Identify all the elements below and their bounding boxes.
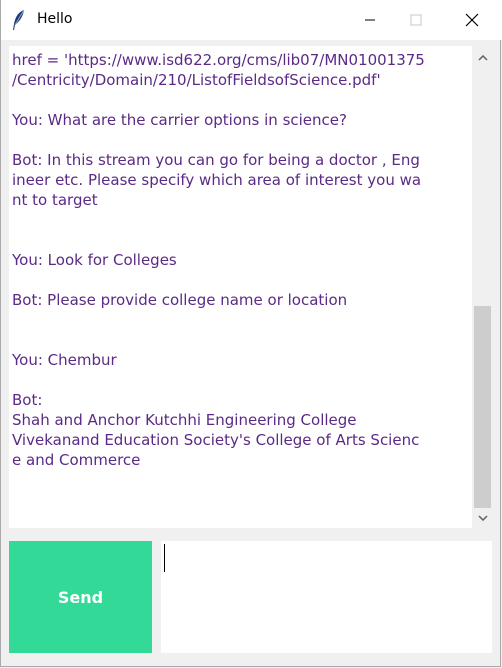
title-bar[interactable]: Hello [1, 0, 502, 40]
chat-log[interactable]: href = 'https://www.isd622.org/cms/lib07… [9, 46, 472, 528]
window-title: Hello [37, 11, 73, 27]
chevron-up-icon [477, 55, 488, 61]
minimize-button[interactable] [347, 0, 393, 40]
chat-line: You: What are the carrier options in sci… [12, 111, 347, 129]
chat-line: href = 'https://www.isd622.org/cms/lib07… [12, 51, 425, 69]
chat-line [12, 230, 470, 250]
chat-line: Vivekanand Education Society's College o… [12, 431, 420, 449]
feather-icon [13, 9, 25, 30]
chat-line [12, 90, 470, 110]
scroll-up-button[interactable] [472, 48, 493, 68]
maximize-icon [410, 14, 422, 26]
minimize-icon [365, 19, 375, 21]
chat-line: You: Chembur [12, 351, 117, 369]
chat-log-text: href = 'https://www.isd622.org/cms/lib07… [12, 50, 470, 470]
chat-line: Shah and Anchor Kutchhi Engineering Coll… [12, 411, 357, 429]
close-icon [465, 13, 479, 27]
chat-line: e and Commerce [12, 451, 141, 469]
chat-line: ineer etc. Please specify which area of … [12, 171, 422, 189]
chat-line [12, 310, 470, 330]
chat-line [12, 210, 470, 230]
chat-line [12, 370, 470, 390]
chat-line [12, 270, 470, 290]
chat-line [12, 330, 470, 350]
maximize-button[interactable] [393, 0, 439, 40]
chat-line: You: Look for Colleges [12, 251, 177, 269]
scroll-thumb[interactable] [474, 306, 491, 508]
chevron-down-icon [477, 515, 488, 521]
send-button[interactable]: Send [9, 541, 152, 653]
chat-scrollbar[interactable] [472, 46, 493, 528]
chat-line: Bot: Please provide college name or loca… [12, 291, 348, 309]
close-button[interactable] [449, 0, 495, 40]
chat-line: /Centricity/Domain/210/ListofFieldsofSci… [12, 71, 381, 89]
chat-line: Bot: [12, 391, 43, 409]
app-window: Hello href = 'https://www.isd622.org/cms… [0, 0, 502, 667]
message-input[interactable] [161, 541, 492, 653]
chat-line [12, 130, 470, 150]
chat-line: nt to target [12, 191, 98, 209]
scroll-down-button[interactable] [472, 508, 493, 528]
chat-line: Bot: In this stream you can go for being… [12, 151, 420, 169]
text-caret [164, 544, 165, 572]
